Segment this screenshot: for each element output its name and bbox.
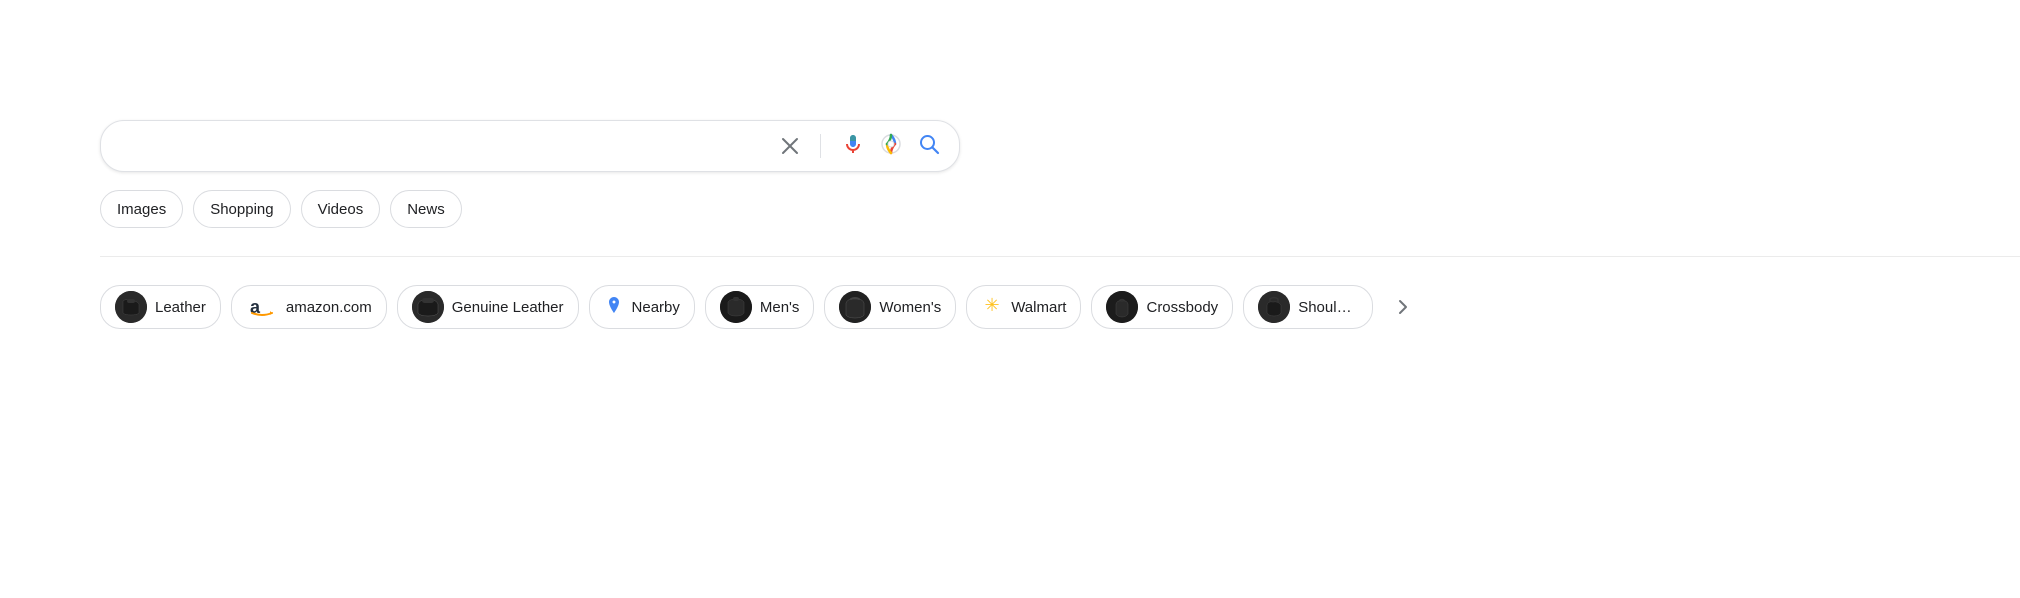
refine-chips-row: Leather a amazon.com bbox=[100, 285, 2020, 329]
search-bar: male work bag bbox=[100, 120, 960, 172]
microphone-icon[interactable] bbox=[841, 132, 865, 161]
filter-chip-videos[interactable]: Videos bbox=[301, 190, 381, 228]
search-section: male work bag bbox=[100, 120, 2020, 329]
filter-chip-shopping[interactable]: Shopping bbox=[193, 190, 290, 228]
filter-chips: Images Shopping Videos News bbox=[100, 190, 2020, 228]
search-input[interactable]: male work bag bbox=[119, 136, 780, 157]
search-icons bbox=[780, 132, 941, 161]
refine-chip-crossbody[interactable]: Crossbody bbox=[1091, 285, 1233, 329]
svg-text:✳: ✳ bbox=[985, 295, 1000, 315]
refine-chip-amazon[interactable]: a amazon.com bbox=[231, 285, 387, 329]
refine-chip-mens[interactable]: Men's bbox=[705, 285, 815, 329]
shoulder-thumb bbox=[1258, 291, 1290, 323]
mens-thumb bbox=[720, 291, 752, 323]
refine-chip-walmart[interactable]: ✳ Walmart bbox=[966, 285, 1081, 329]
search-bar-divider bbox=[820, 134, 821, 158]
leather-thumb bbox=[115, 291, 147, 323]
amazon-logo: a bbox=[246, 291, 278, 323]
filter-chip-images[interactable]: Images bbox=[100, 190, 183, 228]
google-lens-icon[interactable] bbox=[879, 132, 903, 161]
refine-chip-womens[interactable]: Women's bbox=[824, 285, 956, 329]
search-icon[interactable] bbox=[917, 132, 941, 161]
refine-chips: Leather a amazon.com bbox=[100, 285, 1373, 329]
womens-thumb bbox=[839, 291, 871, 323]
section-divider bbox=[100, 256, 2020, 257]
refine-chip-leather[interactable]: Leather bbox=[100, 285, 221, 329]
crossbody-thumb bbox=[1106, 291, 1138, 323]
scroll-right-button[interactable] bbox=[1385, 289, 1421, 325]
refine-chip-shoulder[interactable]: Shoulder bbox=[1243, 285, 1373, 329]
walmart-icon: ✳ bbox=[981, 294, 1003, 321]
location-icon bbox=[604, 295, 624, 320]
refine-chip-nearby[interactable]: Nearby bbox=[589, 285, 695, 329]
refine-chip-genuine-leather[interactable]: Genuine Leather bbox=[397, 285, 579, 329]
genuine-leather-thumb bbox=[412, 291, 444, 323]
clear-icon[interactable] bbox=[780, 136, 800, 156]
filter-chip-news[interactable]: News bbox=[390, 190, 462, 228]
